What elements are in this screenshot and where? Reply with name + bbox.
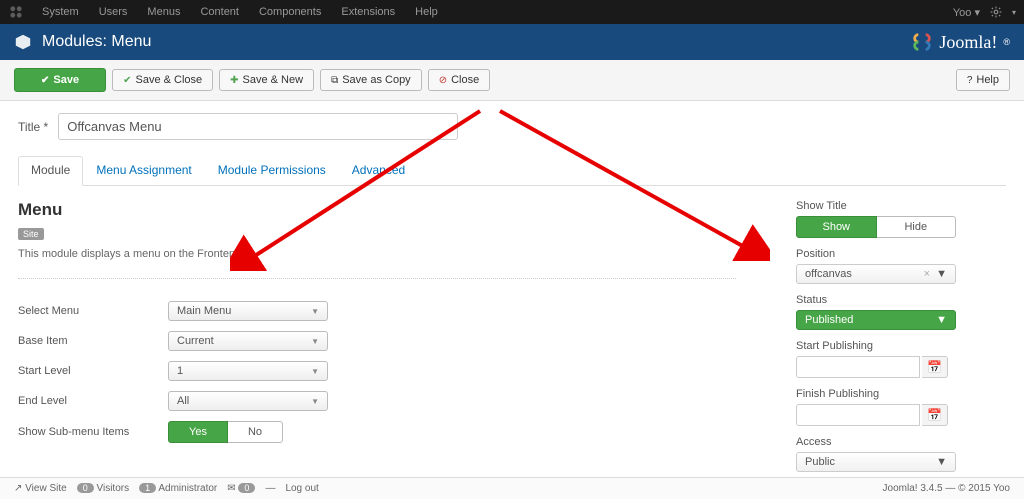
check-icon: ✔ bbox=[123, 75, 131, 86]
module-icon bbox=[14, 33, 32, 51]
calendar-button[interactable]: 📅 bbox=[922, 356, 948, 378]
select-menu-dropdown[interactable]: Main Menu▼ bbox=[168, 301, 328, 321]
chevron-down-icon: ▼ bbox=[936, 314, 947, 326]
status-bar: ↗ View Site 0 Visitors 1 Administrator ✉… bbox=[0, 477, 1024, 499]
show-submenu-no[interactable]: No bbox=[228, 421, 283, 443]
start-publishing-input[interactable] bbox=[796, 356, 920, 378]
finish-publishing-label: Finish Publishing bbox=[796, 388, 1006, 400]
save-copy-button[interactable]: ⧉ Save as Copy bbox=[320, 69, 422, 91]
chevron-down-icon: ▾ bbox=[974, 7, 980, 19]
show-title-label: Show Title bbox=[796, 200, 1006, 212]
title-input[interactable] bbox=[58, 113, 458, 140]
show-title-show[interactable]: Show bbox=[796, 216, 877, 238]
clear-icon[interactable]: × bbox=[924, 268, 930, 280]
joomla-icon bbox=[8, 4, 24, 20]
chevron-down-icon: ▼ bbox=[936, 268, 947, 280]
view-site-link[interactable]: ↗ View Site bbox=[14, 483, 67, 494]
page-header: Modules: Menu Joomla!® bbox=[0, 24, 1024, 60]
visitors-count[interactable]: 0 Visitors bbox=[77, 483, 129, 494]
topnav-menu: System Users Menus Content Components Ex… bbox=[32, 6, 448, 18]
topnav-system[interactable]: System bbox=[32, 6, 89, 18]
chevron-down-icon: ▼ bbox=[311, 397, 319, 406]
topnav-content[interactable]: Content bbox=[190, 6, 249, 18]
tab-menu-assignment[interactable]: Menu Assignment bbox=[83, 156, 204, 186]
plus-icon: ✚ bbox=[230, 75, 238, 86]
base-item-label: Base Item bbox=[18, 335, 168, 347]
client-badge: Site bbox=[18, 228, 44, 240]
access-label: Access bbox=[796, 436, 1006, 448]
publish-panel: Show Title Show Hide Position offcanvas×… bbox=[796, 200, 1006, 482]
admin-topbar: System Users Menus Content Components Ex… bbox=[0, 0, 1024, 24]
save-new-button[interactable]: ✚ Save & New bbox=[219, 69, 314, 91]
topnav-users[interactable]: Users bbox=[89, 6, 138, 18]
calendar-icon: 📅 bbox=[927, 360, 942, 374]
calendar-icon: 📅 bbox=[927, 408, 942, 422]
check-icon: ✔ bbox=[41, 75, 49, 86]
chevron-down-icon: ▼ bbox=[936, 456, 947, 468]
select-menu-label: Select Menu bbox=[18, 305, 168, 317]
close-button[interactable]: ⊘ Close bbox=[428, 69, 491, 91]
show-title-toggle: Show Hide bbox=[796, 216, 956, 238]
topnav-components[interactable]: Components bbox=[249, 6, 331, 18]
help-button[interactable]: ? Help bbox=[956, 69, 1010, 91]
tab-bar: Module Menu Assignment Module Permission… bbox=[18, 156, 1006, 186]
topnav-user[interactable]: Yoo ▾ bbox=[953, 6, 980, 19]
title-label: Title * bbox=[18, 120, 48, 134]
question-icon: ? bbox=[967, 75, 973, 86]
access-select[interactable]: Public▼ bbox=[796, 452, 956, 472]
status-label: Status bbox=[796, 294, 1006, 306]
admin-count[interactable]: 1 Administrator bbox=[139, 483, 217, 494]
joomla-brand: Joomla!® bbox=[911, 31, 1010, 53]
module-description: This module displays a menu on the Front… bbox=[18, 248, 736, 279]
joomla-logo-icon bbox=[911, 31, 933, 53]
chevron-down-icon: ▼ bbox=[311, 367, 319, 376]
action-toolbar: ✔ Save ✔ Save & Close ✚ Save & New ⧉ Sav… bbox=[0, 60, 1024, 101]
start-publishing-label: Start Publishing bbox=[796, 340, 1006, 352]
tab-module-permissions[interactable]: Module Permissions bbox=[205, 156, 339, 186]
tab-module[interactable]: Module bbox=[18, 156, 83, 186]
tab-advanced[interactable]: Advanced bbox=[339, 156, 418, 186]
show-submenu-yes[interactable]: Yes bbox=[168, 421, 228, 443]
copy-icon: ⧉ bbox=[331, 75, 338, 86]
chevron-down-icon: ▾ bbox=[1012, 8, 1016, 17]
position-label: Position bbox=[796, 248, 1006, 260]
start-level-dropdown[interactable]: 1▼ bbox=[168, 361, 328, 381]
topnav-extensions[interactable]: Extensions bbox=[331, 6, 405, 18]
save-close-button[interactable]: ✔ Save & Close bbox=[112, 69, 213, 91]
end-level-label: End Level bbox=[18, 395, 168, 407]
show-title-hide[interactable]: Hide bbox=[877, 216, 957, 238]
show-submenu-toggle: Yes No bbox=[168, 421, 283, 443]
topnav-help[interactable]: Help bbox=[405, 6, 448, 18]
end-level-dropdown[interactable]: All▼ bbox=[168, 391, 328, 411]
page-title: Modules: Menu bbox=[42, 33, 911, 51]
external-icon: ↗ bbox=[14, 483, 22, 494]
save-button[interactable]: ✔ Save bbox=[14, 68, 106, 92]
calendar-button[interactable]: 📅 bbox=[922, 404, 948, 426]
base-item-dropdown[interactable]: Current▼ bbox=[168, 331, 328, 351]
topnav-menus[interactable]: Menus bbox=[137, 6, 190, 18]
chevron-down-icon: ▼ bbox=[311, 337, 319, 346]
module-panel: Menu Site This module displays a menu on… bbox=[18, 200, 736, 482]
gear-icon[interactable] bbox=[990, 6, 1002, 18]
start-level-label: Start Level bbox=[18, 365, 168, 377]
content-area: Title * Module Menu Assignment Module Pe… bbox=[0, 101, 1024, 499]
finish-publishing-input[interactable] bbox=[796, 404, 920, 426]
chevron-down-icon: ▼ bbox=[311, 307, 319, 316]
close-icon: ⊘ bbox=[439, 75, 447, 86]
version-text: Joomla! 3.4.5 — © 2015 Yoo bbox=[883, 483, 1010, 494]
messages-link[interactable]: ✉ 0 bbox=[227, 483, 255, 494]
module-heading: Menu bbox=[18, 200, 736, 220]
show-submenu-label: Show Sub-menu Items bbox=[18, 426, 168, 438]
status-select[interactable]: Published▼ bbox=[796, 310, 956, 330]
position-select[interactable]: offcanvas×▼ bbox=[796, 264, 956, 284]
logout-link[interactable]: Log out bbox=[285, 483, 318, 494]
mail-icon: ✉ bbox=[227, 483, 235, 494]
